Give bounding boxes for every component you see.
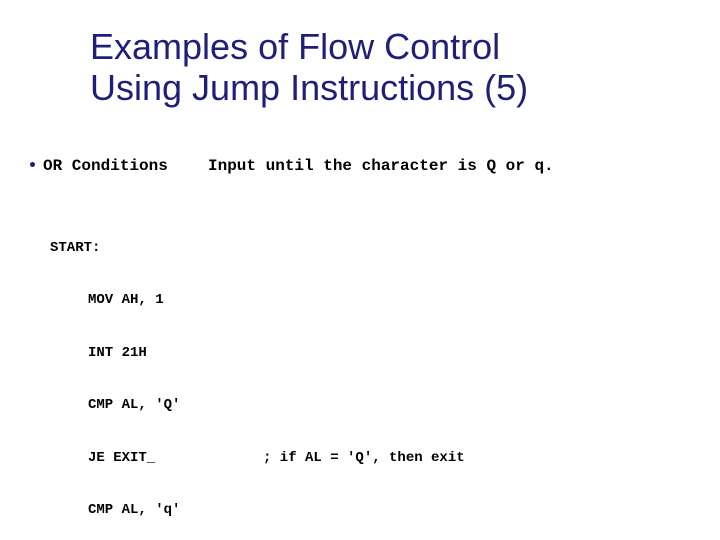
- slide-body: OR Conditions Input until the character …: [0, 157, 720, 540]
- slide: Examples of Flow Control Using Jump Inst…: [0, 0, 720, 540]
- code-instr: CMP AL, 'q': [50, 502, 263, 520]
- code-label: START:: [50, 240, 225, 258]
- title-line-1: Examples of Flow Control: [90, 26, 500, 67]
- bullet-label: OR Conditions: [43, 157, 208, 175]
- slide-title: Examples of Flow Control Using Jump Inst…: [0, 26, 720, 109]
- code-comment: ; if AL = 'Q', then exit: [263, 450, 465, 468]
- code-instr: MOV AH, 1: [50, 292, 263, 310]
- code-instr: CMP AL, 'Q': [50, 397, 263, 415]
- code-block: START: MOV AH, 1 INT 21H CMP AL, 'Q' JE …: [30, 205, 720, 540]
- bullet-description: Input until the character is Q or q.: [208, 157, 554, 175]
- bullet-icon: [30, 162, 35, 167]
- code-instr: JE EXIT_: [50, 450, 263, 468]
- bullet-row: OR Conditions Input until the character …: [30, 157, 720, 175]
- code-instr: INT 21H: [50, 345, 263, 363]
- title-line-2: Using Jump Instructions (5): [90, 67, 528, 108]
